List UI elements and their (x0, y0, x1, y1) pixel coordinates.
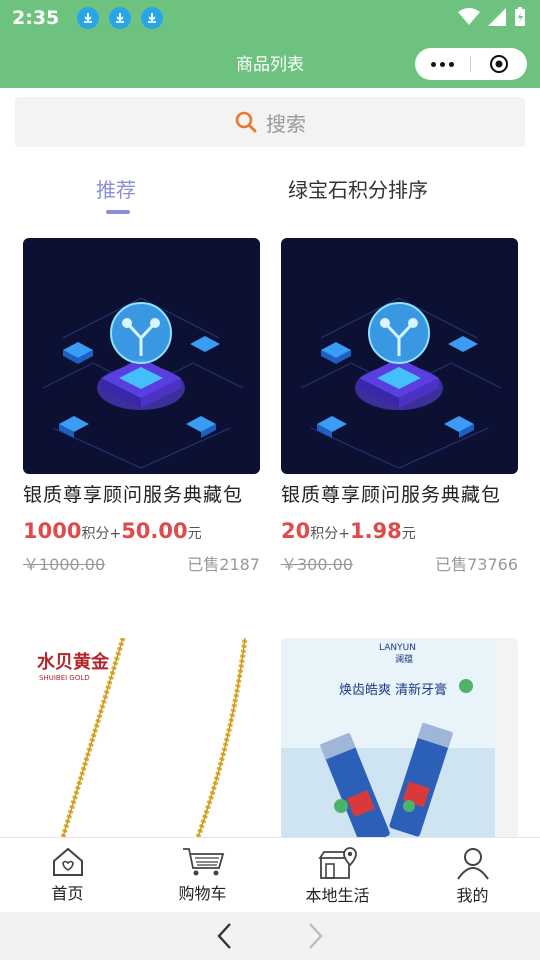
more-dots-icon (431, 61, 436, 67)
product-name: 银质尊享顾问服务典藏包 (281, 484, 502, 506)
product-price: 1000积分+50.00元 (23, 519, 260, 543)
product-card[interactable]: 银质尊享顾问服务典藏包 20积分+1.98元 ￥300.00 已售73766 (281, 238, 518, 575)
product-card[interactable]: 水贝黄金 SHUIBEI GOLD (23, 638, 260, 837)
tab-label: 购物车 (178, 884, 227, 903)
price-cash: 50.00 (121, 519, 188, 543)
user-icon (456, 848, 489, 880)
price-points: 20 (281, 519, 311, 543)
product-name: 银质尊享顾问服务典藏包 (23, 484, 244, 506)
wifi-icon (458, 8, 480, 25)
tab-home[interactable]: 首页 (0, 838, 135, 912)
original-price: ￥1000.00 (23, 555, 106, 574)
product-image-gold-necklace: 水贝黄金 SHUIBEI GOLD (23, 638, 260, 837)
status-time: 2:35 (12, 7, 60, 29)
nav-bar: 商品列表 (0, 36, 540, 88)
search-icon (235, 111, 257, 133)
back-arrow-icon[interactable] (215, 922, 235, 950)
tab-indicator (106, 210, 130, 214)
search-bar[interactable]: 搜索 (15, 97, 525, 147)
forward-arrow-icon[interactable] (305, 922, 325, 950)
brand-logo-text: 水贝黄金 (37, 651, 110, 673)
price-points-unit: 积分+ (310, 526, 350, 542)
home-icon (52, 847, 83, 876)
more-button[interactable] (415, 61, 470, 67)
tab-mine[interactable]: 我的 (405, 838, 540, 912)
mini-program-capsule (415, 48, 527, 80)
cart-icon (182, 848, 224, 876)
price-points-unit: 积分+ (81, 526, 122, 542)
product-card[interactable]: LANYUN 澜蕴 焕齿皓爽 清新牙膏 (281, 638, 518, 837)
price-cash-unit: 元 (187, 526, 202, 542)
sold-count: 已售2187 (187, 555, 260, 574)
target-close-icon (489, 55, 508, 73)
tab-emerald-points-sort[interactable]: 绿宝石积分排序 (288, 174, 428, 203)
slogan-text: 焕齿皓爽 清新牙膏 (339, 682, 447, 698)
product-meta: ￥300.00 已售73766 (281, 551, 518, 575)
battery-icon (515, 7, 525, 26)
tab-recommend[interactable]: 推荐 (96, 174, 136, 203)
search-placeholder: 搜索 (266, 111, 306, 136)
tab-local-life[interactable]: 本地生活 (270, 838, 405, 912)
download-icon (141, 7, 164, 29)
tab-label: 我的 (456, 886, 489, 905)
price-points: 1000 (23, 519, 82, 543)
tab-label: 本地生活 (305, 886, 370, 905)
filter-tabs: 推荐 绿宝石积分排序 (0, 160, 540, 220)
signal-icon (488, 8, 506, 26)
product-price: 20积分+1.98元 (281, 519, 518, 543)
tab-label: 首页 (51, 884, 84, 903)
product-image-tech (281, 238, 518, 474)
price-cash: 1.98 (349, 519, 402, 543)
download-icon (77, 7, 100, 29)
download-icon (109, 7, 132, 29)
bottom-tab-bar: 首页 购物车 本地生活 我的 (0, 837, 540, 912)
close-button[interactable] (471, 54, 526, 74)
system-navigation-bar (0, 912, 540, 960)
product-card[interactable]: 银质尊享顾问服务典藏包 1000积分+50.00元 ￥1000.00 已售218… (23, 238, 260, 575)
store-icon (317, 847, 357, 879)
sold-count: 已售73766 (435, 555, 518, 574)
product-image-toothpaste: LANYUN 澜蕴 焕齿皓爽 清新牙膏 (281, 638, 518, 837)
tab-cart[interactable]: 购物车 (135, 838, 270, 912)
product-image-tech (23, 238, 260, 474)
product-meta: ￥1000.00 已售2187 (23, 551, 260, 575)
original-price: ￥300.00 (281, 555, 353, 574)
brand-logo-text: LANYUN (379, 643, 416, 653)
brand-cn-text: 澜蕴 (395, 653, 413, 665)
brand-logo-subtext: SHUIBEI GOLD (39, 674, 90, 682)
price-cash-unit: 元 (401, 526, 416, 542)
status-bar: 2:35 (0, 0, 540, 36)
